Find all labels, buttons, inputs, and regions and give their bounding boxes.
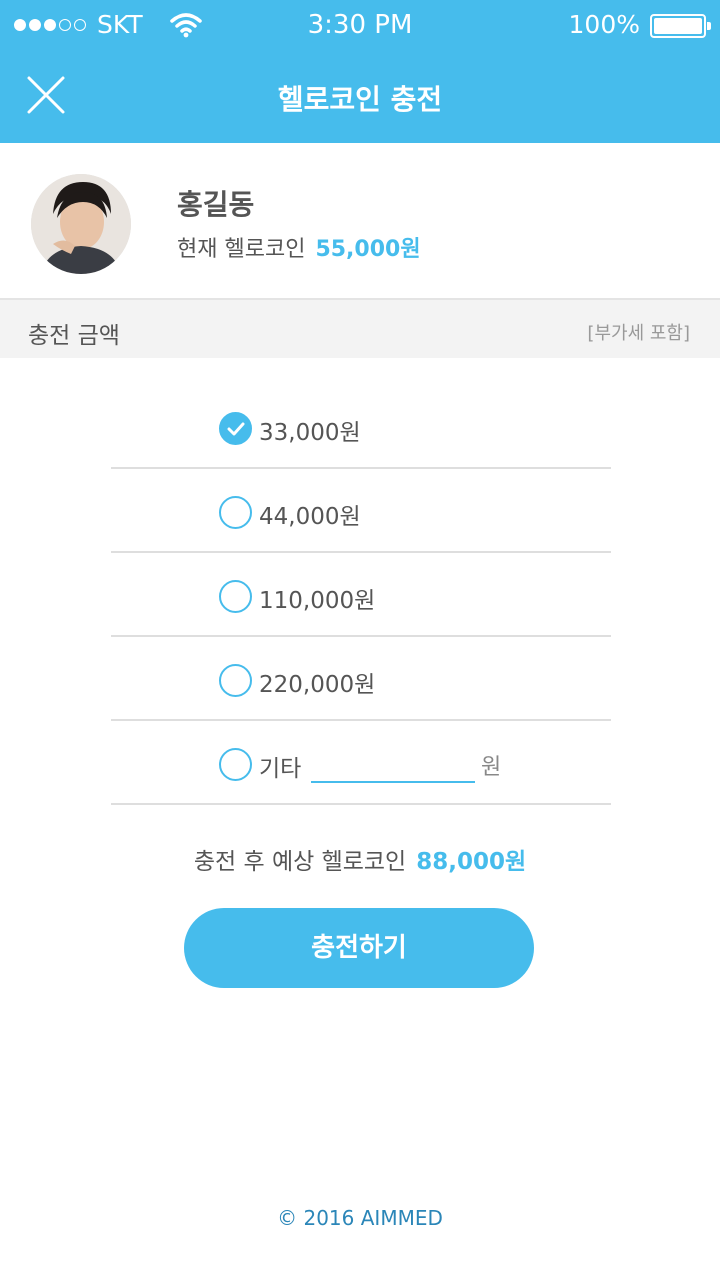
amount-options: 33,000원 44,000원 110,000원 220,000원 기타 원 [111,385,611,805]
amount-option-label: 220,000원 [259,672,376,698]
current-coin-amount: 55,000원 [315,237,421,262]
checked-radio-icon[interactable] [219,412,252,445]
expected-coin-line: 충전 후 예상 헬로코인 88,000원 [0,842,720,876]
profile-section: 홍길동 현재 헬로코인 55,000원 [0,143,720,298]
app-header: SKT 3:30 PM 100% 헬로코인 충전 [0,0,720,143]
amount-option-110000[interactable]: 110,000원 [111,553,611,637]
battery-percent: 100% [568,10,640,39]
vat-note: [부가세 포함] [587,323,690,344]
radio-icon[interactable] [219,496,252,529]
amount-option-other[interactable]: 기타 원 [111,721,611,805]
amount-option-220000[interactable]: 220,000원 [111,637,611,721]
footer-copyright: © 2016 AIMMED [277,1206,443,1230]
status-bar: SKT 3:30 PM 100% [0,0,720,52]
expected-coin-label: 충전 후 예상 헬로코인 [193,849,407,875]
current-coin-line: 현재 헬로코인 55,000원 [177,231,421,263]
page-title: 헬로코인 충전 [277,83,443,116]
current-coin-label: 현재 헬로코인 [177,237,306,262]
avatar [31,174,131,274]
other-amount-input[interactable] [311,749,475,783]
won-suffix: 원 [481,755,502,780]
user-photo-icon [31,174,131,274]
amount-option-label: 44,000원 [259,504,361,530]
amount-option-label: 110,000원 [259,588,376,614]
battery-icon [650,14,711,38]
charge-amount-header: 충전 금액 [부가세 포함] [0,298,720,358]
charge-button[interactable]: 충전하기 [184,908,534,988]
radio-icon[interactable] [219,580,252,613]
radio-icon[interactable] [219,664,252,697]
section-title: 충전 금액 [28,323,120,349]
other-option-label: 기타 [259,756,302,782]
radio-icon[interactable] [219,748,252,781]
amount-option-label: 33,000원 [259,420,361,446]
amount-option-33000[interactable]: 33,000원 [111,385,611,469]
expected-coin-amount: 88,000원 [416,849,527,875]
user-name: 홍길동 [177,188,255,221]
amount-option-44000[interactable]: 44,000원 [111,469,611,553]
